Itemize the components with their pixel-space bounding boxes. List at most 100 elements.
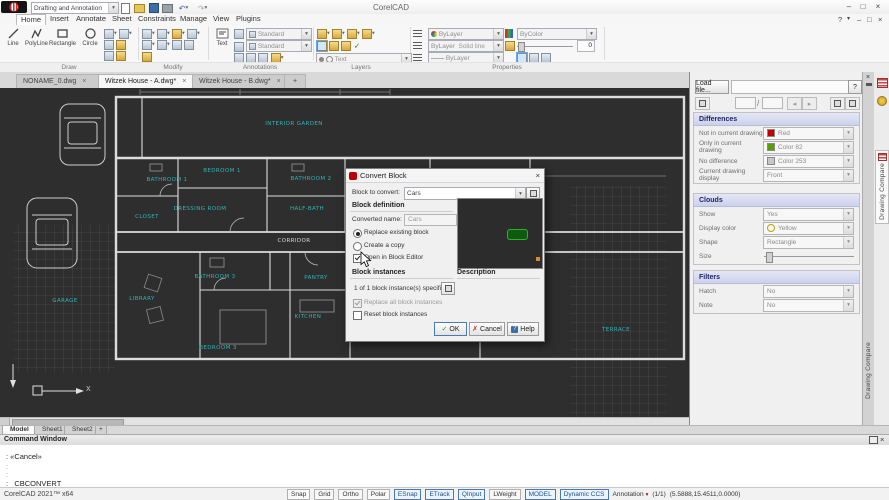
redo-button[interactable]: ↷▾ [196,2,209,14]
next-difference-button[interactable]: ▸ [802,97,817,110]
cloud-shape-dropdown[interactable]: Rectangle▾ [763,236,854,249]
close-button[interactable]: × [872,1,884,12]
cloud-show-dropdown[interactable]: Yes▾ [763,208,854,221]
re set-instances-checkbox[interactable] [353,311,362,320]
transparency-value[interactable]: 0 [577,40,595,52]
close-icon[interactable]: × [82,78,86,85]
doc-close-button[interactable]: × [878,15,882,24]
prev-difference-button[interactable]: ◂ [787,97,802,110]
dialog-close-icon[interactable]: × [532,171,544,180]
command-float-icon[interactable] [869,436,878,444]
entity-lines-icon[interactable] [413,30,422,39]
help-button[interactable]: ?Help [507,322,539,336]
stretch-tool-icon[interactable] [184,40,194,50]
tab-manage[interactable]: Manage [176,14,211,24]
tab-insert[interactable]: Insert [46,14,73,24]
dim-tool-icon[interactable] [234,29,244,39]
leader-tool-icon[interactable] [234,42,244,52]
replace-existing-radio[interactable] [353,229,362,238]
dim-style-dropdown[interactable]: Standard▾ [246,28,312,40]
trim-tool-icon[interactable] [187,29,197,39]
layers-palette-icon[interactable] [877,96,887,106]
annotation-scale-dropdown[interactable]: Annotation ▾ [613,491,649,498]
toggle-model[interactable]: MODEL [525,489,556,500]
open-file-button[interactable] [133,2,146,14]
layer-previous-icon[interactable] [341,41,351,51]
converted-name-field[interactable]: Cars [404,214,457,226]
polyline-tool[interactable]: PolyLine [25,27,47,47]
close-icon[interactable]: × [182,78,186,85]
command-window[interactable]: : «Cancel» : : : _CBCONVERT [0,445,889,487]
edit-tool-icon[interactable] [172,29,182,39]
new-file-button[interactable] [119,2,132,14]
doc-restore-button[interactable]: □ [867,15,872,24]
minimize-button[interactable]: – [843,1,855,12]
scrollbar-origin-button[interactable] [0,418,10,425]
toggle-esnap[interactable]: ESnap [394,489,422,500]
layer-manager-icon[interactable] [317,29,327,39]
text-tool[interactable]: Text [211,27,233,47]
ok-button[interactable]: ✓OK [434,322,467,336]
drawing-display-dropdown[interactable]: Front▾ [763,169,854,182]
spline-tool-icon[interactable] [119,29,129,39]
point-tool-icon[interactable] [104,51,114,61]
ellipse-tool-icon[interactable] [104,40,114,50]
cloud-size-slider[interactable] [764,251,854,262]
mirror-tool-icon[interactable] [157,40,167,50]
printcolor-dropdown[interactable]: ByColor▾ [517,28,597,40]
not-in-current-dropdown[interactable]: Red▾ [763,127,854,140]
layer-isolate-icon[interactable] [362,29,372,39]
rotate-tool-icon[interactable] [142,40,152,50]
tab-constraints[interactable]: Constraints [134,14,180,24]
undo-button[interactable]: ↶▾ [177,2,190,14]
text-style-dropdown[interactable]: Standard▾ [246,40,312,52]
only-in-current-dropdown[interactable]: Color 82▾ [763,141,854,154]
doc-help-button[interactable]: ? [838,15,842,24]
chevron-down-icon[interactable]: ▾ [847,15,850,22]
doc-tab-witzek-a[interactable]: Witzek House - A.dwg*× [98,74,198,88]
toggle-lweight[interactable]: LWeight [489,489,520,500]
dialog-title-bar[interactable]: Convert Block × [346,169,544,183]
new-tab-button[interactable]: + [284,74,306,88]
tab-view[interactable]: View [209,14,233,24]
linecolor-dropdown[interactable]: ByLayer▾ [428,28,504,40]
cancel-button[interactable]: ✗Cancel [469,322,505,336]
doc-minimize-button[interactable]: – [857,15,861,24]
tab-annotate[interactable]: Annotate [72,14,110,24]
no-difference-dropdown[interactable]: Color 253▾ [763,155,854,168]
cloud-color-dropdown[interactable]: Yellow▾ [763,222,854,235]
diff-count-field[interactable] [762,97,783,109]
transparency-slider[interactable] [517,42,573,52]
entity-lines-icon[interactable] [413,42,422,51]
line-tool[interactable]: Line [2,27,24,47]
scale-tool-icon[interactable] [172,40,182,50]
load-file-button[interactable]: Load file... [695,80,729,94]
doc-tab-noname[interactable]: NONAME_0.dwg× [16,74,102,88]
layer-active-icon[interactable] [317,41,327,51]
toggle-ortho[interactable]: Ortho [338,489,362,500]
command-close-icon[interactable]: × [880,435,884,444]
drawing-compare-tab[interactable]: Drawing Compare [875,150,889,224]
rectangle-tool[interactable]: Rectangle [49,27,76,47]
arc-tool-icon[interactable] [104,29,114,39]
hatch-filter-dropdown[interactable]: No▾ [763,285,854,298]
toggle-qinput[interactable]: QInput [458,489,486,500]
linestyle-dropdown[interactable]: ByLayer Solid line▾ [428,40,504,52]
hatch-tool-icon[interactable] [116,40,126,50]
print-button[interactable] [161,2,174,14]
region-tool-icon[interactable] [116,51,126,61]
note-filter-dropdown[interactable]: No▾ [763,299,854,312]
pattern-tool-icon[interactable] [157,29,167,39]
save-button[interactable] [147,2,160,14]
circle-tool[interactable]: Circle [79,27,101,47]
diff-index-field[interactable] [735,97,756,109]
toggle-dynamic-ccs[interactable]: Dynamic CCS [560,489,609,500]
toggle-polar[interactable]: Polar [367,489,390,500]
tab-sheet[interactable]: Sheet [108,14,136,24]
layer-lock-icon[interactable] [347,29,357,39]
compare-swap-button[interactable] [695,97,710,110]
close-icon[interactable]: × [277,78,281,85]
create-copy-radio[interactable] [353,242,362,251]
compare-file-input[interactable] [731,80,849,94]
panel-help-button[interactable]: ? [848,80,862,94]
